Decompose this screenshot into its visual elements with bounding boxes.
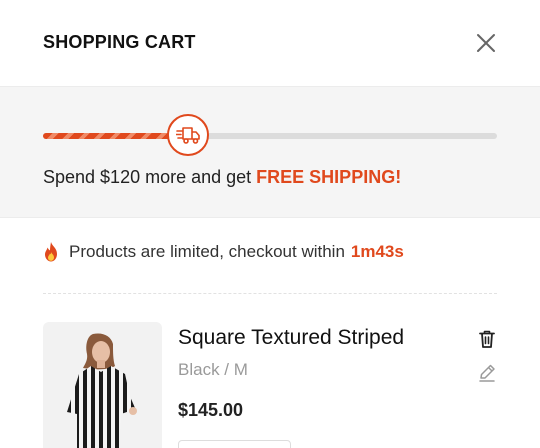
close-icon[interactable] — [472, 29, 500, 57]
shipping-message: Spend $120 more and get FREE SHIPPING! — [43, 167, 401, 188]
pencil-icon[interactable] — [476, 362, 498, 384]
divider — [43, 293, 497, 294]
cart-drawer: SHOPPING CART Spend $120 more and get FR… — [0, 0, 540, 448]
product-thumbnail[interactable] — [43, 322, 162, 448]
cart-title: SHOPPING CART — [43, 32, 196, 52]
product-name[interactable]: Square Textured Striped — [178, 326, 404, 350]
product-variant: Black / M — [178, 360, 248, 379]
quantity-stepper[interactable] — [178, 440, 291, 448]
limited-stock-notice: Products are limited, checkout within 1m… — [43, 242, 404, 262]
fire-icon — [43, 242, 59, 262]
free-shipping-highlight: FREE SHIPPING! — [256, 167, 402, 187]
shipping-progress-bar — [43, 133, 497, 139]
trash-icon[interactable] — [476, 328, 498, 350]
product-price: $145.00 — [178, 400, 244, 420]
cart-header: SHOPPING CART — [0, 0, 540, 87]
checkout-timer: 1m43s — [350, 242, 404, 261]
truck-icon — [167, 114, 210, 156]
limited-notice-text: Products are limited, checkout within — [69, 242, 345, 261]
free-shipping-banner: Spend $120 more and get FREE SHIPPING! — [0, 87, 540, 218]
shipping-message-prefix: Spend $120 more and get — [43, 167, 257, 187]
